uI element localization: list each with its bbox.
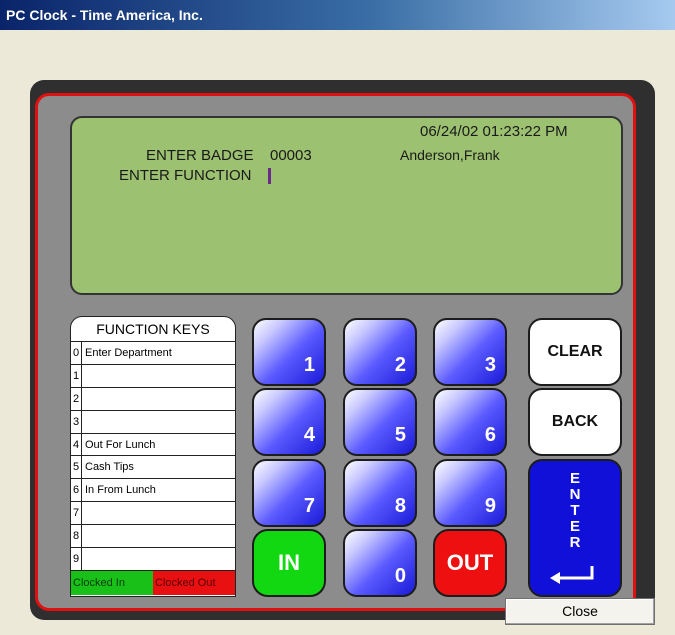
datetime-readout: 06/24/02 01:23:22 PM	[420, 123, 568, 140]
key-9[interactable]: 9	[433, 459, 507, 527]
clock-status-bar: Clocked In Clocked Out	[71, 569, 235, 595]
key-4[interactable]: 4	[252, 388, 326, 456]
status-clocked-in: Clocked In	[71, 570, 153, 595]
key-0-label: 0	[394, 565, 406, 587]
clear-button[interactable]: CLEAR	[528, 318, 622, 386]
enter-letter: R	[569, 534, 581, 551]
function-key-row: 4 Out For Lunch	[71, 432, 235, 456]
window-title: PC Clock - Time America, Inc.	[0, 0, 675, 30]
function-key-label	[82, 388, 85, 410]
lcd-display: 06/24/02 01:23:22 PM ENTER BADGE 00003 A…	[70, 116, 623, 295]
clock-panel: 06/24/02 01:23:22 PM ENTER BADGE 00003 A…	[35, 93, 636, 611]
function-key-label	[82, 365, 85, 387]
function-key-row: 7	[71, 501, 235, 525]
window-client: 06/24/02 01:23:22 PM ENTER BADGE 00003 A…	[0, 30, 675, 635]
function-key-row: 5 Cash Tips	[71, 455, 235, 479]
employee-name: Anderson,Frank	[400, 147, 500, 163]
key-3[interactable]: 3	[433, 318, 507, 386]
key-5[interactable]: 5	[343, 388, 417, 456]
key-4-label: 4	[303, 424, 315, 446]
function-key-num: 2	[71, 387, 82, 410]
function-key-num: 7	[71, 502, 82, 525]
function-label: ENTER FUNCTION	[119, 167, 252, 184]
function-key-num: 8	[71, 525, 82, 548]
key-2[interactable]: 2	[343, 318, 417, 386]
function-key-label	[82, 525, 85, 547]
function-key-num: 5	[71, 456, 82, 479]
function-key-row: 9	[71, 547, 235, 570]
key-3-label: 3	[484, 354, 496, 376]
close-button[interactable]: Close	[505, 598, 655, 625]
enter-letter: N	[569, 486, 581, 503]
enter-letter: E	[569, 518, 580, 535]
function-key-row: 2	[71, 386, 235, 410]
function-key-label: Cash Tips	[85, 461, 134, 474]
return-arrow-icon	[550, 566, 594, 584]
function-key-label: In From Lunch	[85, 484, 156, 497]
key-2-label: 2	[394, 354, 406, 376]
back-button[interactable]: BACK	[528, 388, 622, 456]
text-cursor	[268, 168, 271, 184]
enter-button[interactable]: E N T E R	[528, 459, 622, 597]
function-key-num: 1	[71, 364, 82, 387]
key-0[interactable]: 0	[343, 529, 417, 597]
function-key-row: 3	[71, 409, 235, 433]
enter-letter: T	[570, 502, 580, 519]
key-6[interactable]: 6	[433, 388, 507, 456]
function-key-row: 1	[71, 363, 235, 387]
function-key-num: 6	[71, 479, 82, 502]
key-5-label: 5	[394, 424, 406, 446]
clock-out-button[interactable]: OUT	[433, 529, 507, 597]
function-key-label	[82, 502, 85, 524]
badge-label: ENTER BADGE	[146, 147, 254, 164]
function-keys-title: FUNCTION KEYS	[96, 321, 210, 337]
enter-letter: E	[569, 470, 580, 487]
function-key-row: 6 In From Lunch	[71, 478, 235, 502]
clock-frame: 06/24/02 01:23:22 PM ENTER BADGE 00003 A…	[30, 80, 655, 620]
key-9-label: 9	[484, 495, 496, 517]
function-keys-list: FUNCTION KEYS 0 Enter Department 1 2 3 4O…	[70, 316, 236, 597]
clock-in-button[interactable]: IN	[252, 529, 326, 597]
function-key-num: 3	[71, 410, 82, 433]
key-8[interactable]: 8	[343, 459, 417, 527]
enter-label: E N T E R	[530, 471, 620, 551]
key-1-label: 1	[303, 354, 315, 376]
function-key-label	[82, 548, 85, 570]
status-clocked-out: Clocked Out	[153, 570, 235, 595]
key-7-label: 7	[303, 495, 315, 517]
function-key-num: 0	[71, 342, 82, 364]
function-key-row: 0 Enter Department	[71, 341, 235, 364]
function-key-label	[82, 411, 85, 433]
function-key-label: Enter Department	[85, 347, 172, 359]
key-8-label: 8	[394, 495, 406, 517]
function-key-num: 4	[71, 433, 82, 456]
function-key-num: 9	[71, 548, 82, 570]
badge-value: 00003	[270, 147, 312, 164]
function-key-row: 8	[71, 524, 235, 548]
function-key-label: Out For Lunch	[85, 438, 156, 451]
key-1[interactable]: 1	[252, 318, 326, 386]
key-7[interactable]: 7	[252, 459, 326, 527]
key-6-label: 6	[484, 424, 496, 446]
